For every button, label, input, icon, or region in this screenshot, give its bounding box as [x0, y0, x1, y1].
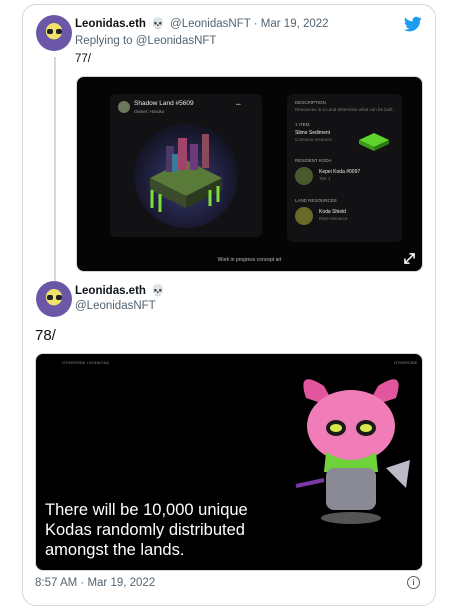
- section-resident: RESIDENT KODA: [295, 158, 332, 163]
- avatar[interactable]: [36, 281, 72, 317]
- land-panel: Shadow Land #5609 Owner: Haruko •••: [110, 94, 262, 237]
- land-illustration: [134, 124, 238, 228]
- caption-line-1: There will be 10,000 unique: [45, 501, 248, 519]
- replying-handle[interactable]: @LeonidasNFT: [136, 35, 217, 47]
- skull-emoji: 💀: [151, 285, 165, 297]
- tweet-time[interactable]: 8:57 AM: [35, 577, 77, 589]
- tweet1-text: 77/: [75, 53, 91, 65]
- replying-to: Replying to @LeonidasNFT: [75, 35, 216, 47]
- expand-icon[interactable]: [404, 253, 415, 264]
- media2-header-right: OTHERSIDE: [394, 360, 418, 365]
- slime-icon: [359, 133, 389, 151]
- tweet2-media[interactable]: OTHERSIDE • KODA FAQ OTHERSIDE There wil…: [35, 353, 423, 571]
- tweet-timestamp[interactable]: 8:57 AM · Mar 19, 2022: [35, 577, 155, 589]
- section-resources: LAND RESOURCES: [295, 198, 337, 203]
- display-name[interactable]: Leonidas.eth: [75, 285, 146, 297]
- handle[interactable]: @LeonidasNFT: [170, 18, 251, 30]
- display-name[interactable]: Leonidas.eth: [75, 18, 146, 30]
- media1-caption: Work in progress concept art: [217, 257, 282, 263]
- details-panel: DESCRIPTION Resources in a Land determin…: [287, 94, 402, 242]
- shield-avatar: [295, 207, 313, 225]
- tweet2-text: 78/: [35, 327, 56, 344]
- tweet2-handle[interactable]: @LeonidasNFT: [75, 300, 156, 312]
- tweet-date[interactable]: Mar 19, 2022: [261, 18, 329, 30]
- details-text: Resources in a Land determine what can b…: [295, 107, 394, 112]
- item-shield-sub: Rare resource: [319, 216, 348, 221]
- tweet1-header: Leonidas.eth 💀 @LeonidasNFT · Mar 19, 20…: [75, 17, 329, 30]
- caption-line-2: Kodas randomly distributed: [45, 521, 245, 539]
- item-shield: Koda Shield: [319, 209, 346, 215]
- thread-line: [54, 57, 56, 281]
- media2-caption: There will be 10,000 unique Kodas random…: [45, 500, 248, 560]
- tweet-date[interactable]: Mar 19, 2022: [87, 577, 155, 589]
- tweet2-name: Leonidas.eth 💀: [75, 284, 167, 297]
- land-subtitle: Owner: Haruko: [134, 109, 165, 114]
- tweet-card: Leonidas.eth 💀 @LeonidasNFT · Mar 19, 20…: [22, 4, 436, 606]
- separator: ·: [253, 18, 258, 30]
- separator: ·: [80, 577, 85, 589]
- item-slime: Slime Sediment: [295, 130, 331, 136]
- tweet1-media[interactable]: Shadow Land #5609 Owner: Haruko ••• DESC…: [76, 76, 423, 272]
- details-heading: DESCRIPTION: [295, 100, 326, 105]
- twitter-bird-icon[interactable]: [403, 15, 423, 33]
- koda-avatar: [295, 167, 313, 185]
- land-title: Shadow Land #5609: [134, 100, 194, 107]
- caption-line-3: amongst the lands.: [45, 541, 185, 559]
- land-owner-avatar: [118, 101, 130, 113]
- item-koda: Kepei Koda #0097: [319, 169, 361, 175]
- avatar[interactable]: [36, 15, 72, 51]
- info-icon[interactable]: i: [407, 576, 420, 589]
- item-koda-sub: Tier 1: [319, 176, 331, 181]
- replying-prefix: Replying to: [75, 35, 133, 47]
- koda-illustration: [295, 379, 410, 524]
- more-icon[interactable]: •••: [236, 102, 241, 107]
- media2-header-left: OTHERSIDE • KODA FAQ: [62, 360, 110, 365]
- skull-emoji: 💀: [151, 18, 165, 30]
- item-slime-sub: Common resource: [295, 137, 333, 142]
- section-items: 1 ITEM: [295, 122, 310, 127]
